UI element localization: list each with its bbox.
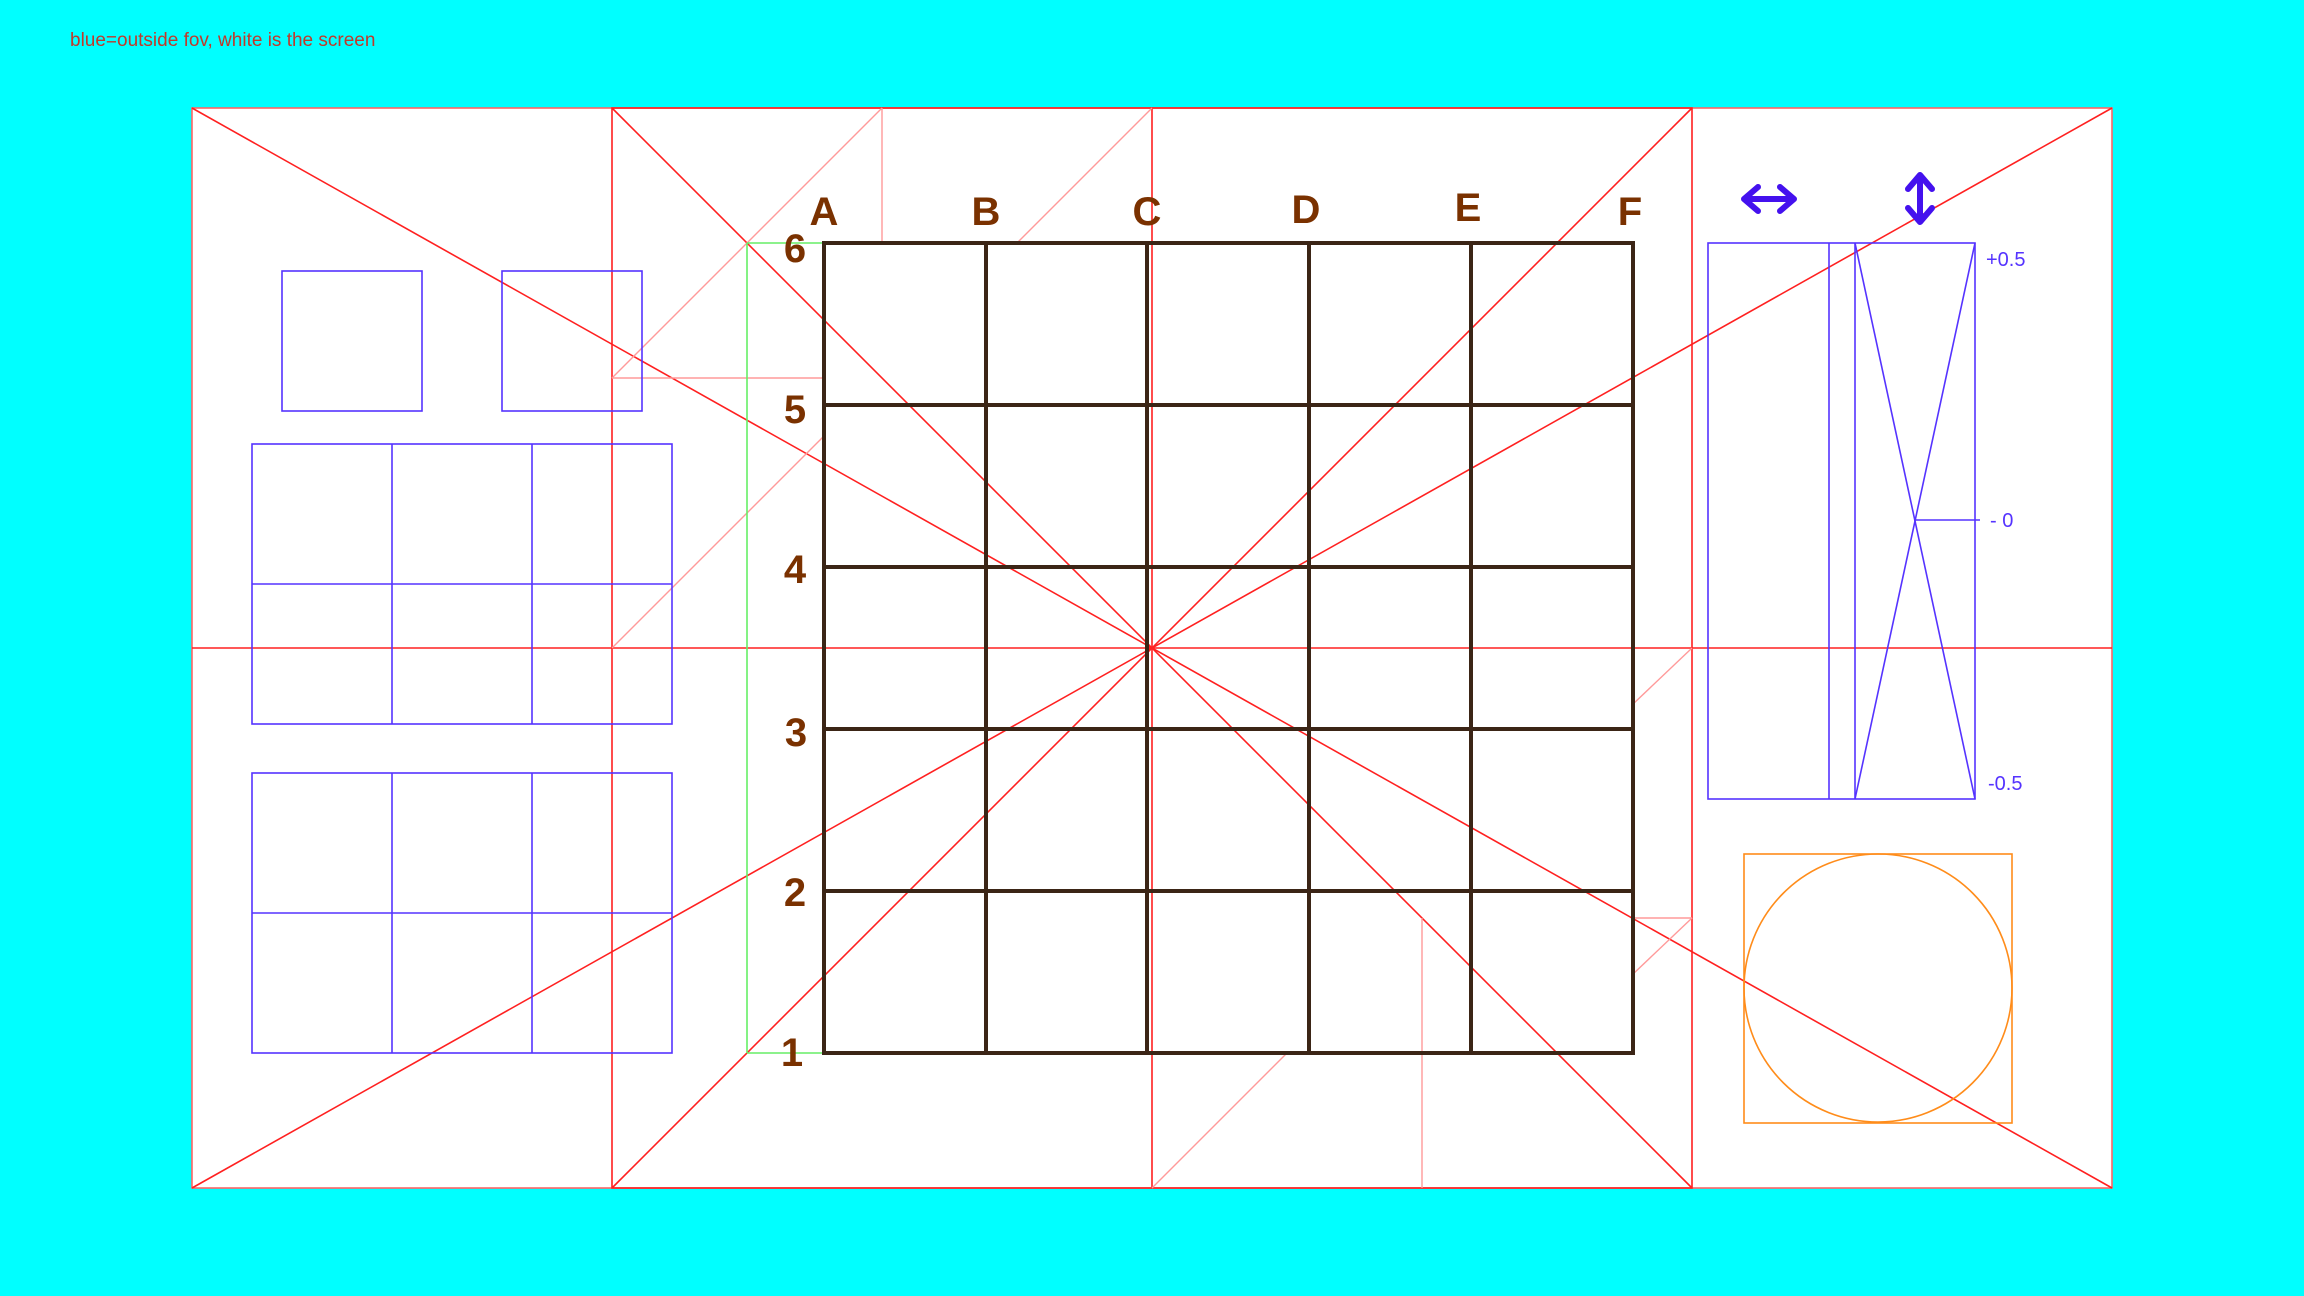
column-label-a: A [810,190,839,234]
row-label-2: 2 [784,871,806,915]
column-label-e: E [1455,186,1482,230]
column-label-b: B [972,190,1001,234]
scale-label-bottom: -0.5 [1988,773,2022,795]
row-label-6: 6 [784,227,806,271]
row-label-4: 4 [784,548,807,592]
row-label-1: 1 [781,1031,803,1075]
red-guides [191,107,2113,1189]
layout-diagram: A B C D E F 6 5 4 3 2 1 +0.5 - 0 -0.5 [191,107,2113,1189]
column-label-d: D [1292,188,1321,232]
row-label-5: 5 [784,388,806,432]
row-label-3: 3 [785,711,807,755]
scale-label-middle: - 0 [1990,510,2013,532]
column-label-f: F [1618,190,1642,234]
scale-label-top: +0.5 [1986,249,2025,271]
column-label-c: C [1133,190,1162,234]
